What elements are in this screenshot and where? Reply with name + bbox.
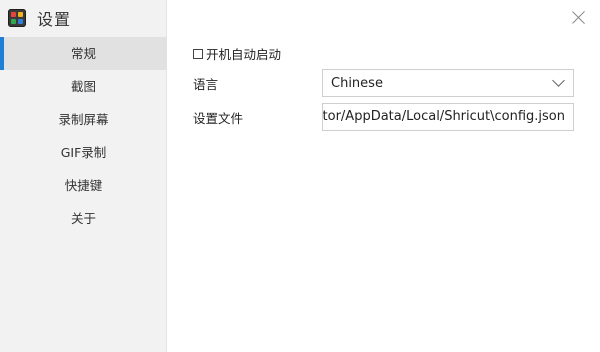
config-file-path-field[interactable]: strator/AppData/Local/Shricut\config.jso… (322, 103, 574, 131)
autostart-label: 开机自动启动 (206, 47, 282, 62)
window-title: 设置 (37, 10, 72, 29)
app-header: 设置 (8, 7, 71, 29)
language-select-value: Chinese (331, 75, 383, 91)
language-label: 语言 (193, 77, 219, 92)
autostart-checkbox-row[interactable]: 开机自动启动 (193, 44, 281, 63)
sidebar-item-shortcuts[interactable]: 快捷键 (0, 169, 167, 202)
settings-window: 设置 常规 截图 录制屏幕 GIF录制 快捷键 关于 开机自动启动 语言 Chi… (0, 0, 600, 352)
sidebar-item-screen-recording[interactable]: 录制屏幕 (0, 103, 167, 136)
language-select[interactable]: Chinese (322, 69, 574, 97)
config-file-label: 设置文件 (193, 111, 244, 126)
sidebar-item-gif-recording[interactable]: GIF录制 (0, 136, 167, 169)
chevron-down-icon (552, 74, 565, 87)
sidebar-item-screenshot[interactable]: 截图 (0, 70, 167, 103)
close-icon[interactable] (572, 10, 586, 24)
app-logo-icon (8, 9, 26, 27)
sidebar: 设置 常规 截图 录制屏幕 GIF录制 快捷键 关于 (0, 0, 167, 352)
sidebar-item-general[interactable]: 常规 (0, 37, 167, 70)
config-file-path-value: strator/AppData/Local/Shricut\config.jso… (322, 109, 565, 124)
autostart-checkbox[interactable] (193, 48, 203, 59)
sidebar-item-about[interactable]: 关于 (0, 202, 167, 235)
sidebar-nav: 常规 截图 录制屏幕 GIF录制 快捷键 关于 (0, 37, 167, 235)
